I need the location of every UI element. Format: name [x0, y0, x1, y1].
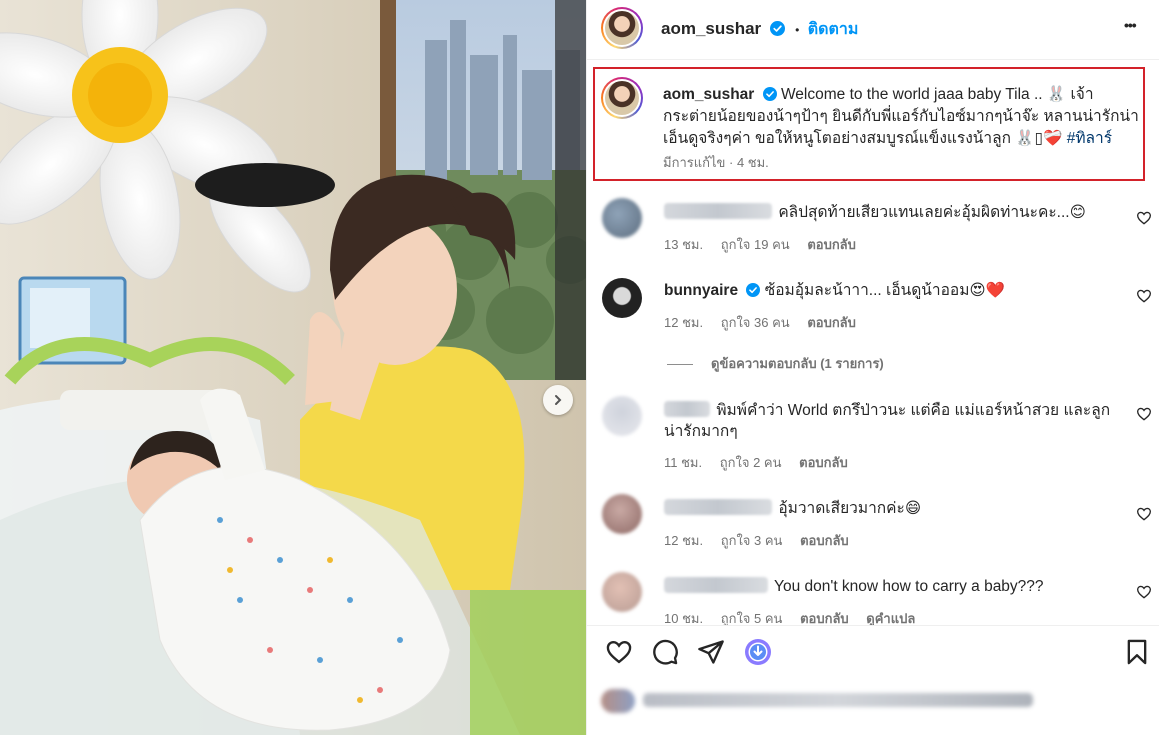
header-separator: • — [795, 23, 800, 37]
verified-badge-icon — [746, 283, 761, 297]
heart-icon[interactable] — [1136, 406, 1152, 422]
caption-line-2: กระต่ายน้อยของน้าๆป้าๆ ยินดีกับพี่แอร์กั… — [663, 108, 1139, 125]
remix-icon[interactable] — [744, 638, 772, 666]
author-username[interactable]: aom_sushar — [661, 19, 761, 38]
reply-button[interactable]: ตอบกลับ — [799, 455, 848, 470]
commenter-avatar[interactable] — [602, 572, 642, 612]
comment-likes[interactable]: ถูกใจ 36 คน — [721, 315, 790, 330]
follow-button[interactable]: ติดตาม — [808, 21, 859, 38]
more-options-icon[interactable]: ••• — [1124, 17, 1137, 33]
comment-time: 10 ชม. — [664, 611, 704, 626]
comment-text-line-2: น่ารักมากๆ — [664, 423, 738, 440]
commenter-username-blurred[interactable] — [664, 499, 772, 515]
post-photo — [0, 0, 586, 735]
commenter-avatar[interactable] — [602, 494, 642, 534]
comment-likes[interactable]: ถูกใจ 2 คน — [720, 455, 782, 470]
commenter-username-blurred[interactable] — [664, 577, 768, 593]
comment-icon[interactable] — [651, 638, 679, 666]
comment-likes[interactable]: ถูกใจ 5 คน — [721, 611, 783, 626]
view-replies-label: ดูข้อความตอบกลับ (1 รายการ) — [711, 356, 884, 371]
commenter-avatar[interactable] — [602, 278, 642, 318]
likes-summary-blurred — [587, 679, 1159, 735]
reply-button[interactable]: ตอบกลับ — [807, 237, 856, 252]
commenter-username-blurred[interactable] — [664, 203, 772, 219]
comment-text: อุ้มวาดเสียวมากค่ะ😄 — [778, 500, 922, 517]
comment-time: 12 ชม. — [664, 533, 704, 548]
author-avatar[interactable] — [601, 7, 643, 49]
caption: aom_sushar Welcome to the world jaaa bab… — [663, 84, 1139, 174]
heart-icon[interactable] — [1136, 210, 1152, 226]
comment-text: ซ้อมอุ้มละน้าาา... เอ็นดูน้าออม😍❤️ — [764, 282, 1005, 299]
commenter-username-blurred[interactable] — [664, 401, 710, 417]
reply-button[interactable]: ตอบกลับ — [807, 315, 856, 330]
comment-time: 12 ชม. — [664, 315, 704, 330]
caption-edited-time: มีการแก้ไข · 4 ชม. — [663, 155, 769, 170]
comment-text: พิมพ์คำว่า World ตกรึป่าวนะ แต่คือ แม่แอ… — [716, 402, 1111, 419]
photo-illustration — [0, 0, 586, 735]
caption-line-3: เอ็นดูจริงๆค่า ขอให้หนูโตอย่างสมบูรณ์แข็… — [663, 130, 1063, 147]
commenter-avatar[interactable] — [602, 396, 642, 436]
reply-button[interactable]: ตอบกลับ — [800, 611, 849, 626]
verified-badge-icon — [762, 87, 777, 101]
caption-avatar[interactable] — [601, 77, 643, 119]
heart-icon[interactable] — [605, 638, 633, 666]
share-icon[interactable] — [697, 638, 725, 666]
comment-likes[interactable]: ถูกใจ 19 คน — [721, 237, 790, 252]
caption-hashtag[interactable]: #ทิลาร์ — [1067, 130, 1112, 147]
caption-line-1: Welcome to the world jaaa baby Tila .. 🐰… — [780, 86, 1094, 103]
heart-icon[interactable] — [1136, 584, 1152, 600]
action-bar — [587, 625, 1159, 679]
commenter-username[interactable]: bunnyaire — [664, 282, 738, 299]
replies-divider — [667, 364, 693, 366]
post-header: aom_sushar • ติดตาม ••• — [587, 0, 1159, 60]
reply-button[interactable]: ตอบกลับ — [800, 533, 849, 548]
next-photo-button[interactable] — [543, 385, 573, 415]
verified-badge-icon — [769, 21, 785, 36]
commenter-avatar[interactable] — [602, 198, 642, 238]
chevron-right-icon — [555, 395, 562, 405]
heart-icon[interactable] — [1136, 506, 1152, 522]
translate-button[interactable]: ดูคำแปล — [866, 611, 915, 626]
view-replies-button[interactable]: ดูข้อความตอบกลับ (1 รายการ) — [667, 353, 884, 374]
comment-time: 11 ชม. — [664, 455, 703, 470]
post-sidebar: aom_sushar • ติดตาม ••• aom_sushar Welco… — [586, 0, 1159, 735]
comment-text: You don't know how to carry a baby??? — [774, 578, 1044, 595]
comment-text: คลิปสุดท้ายเสียวแทนเลยค่ะอุ้มผิดท่านะคะ.… — [778, 204, 1086, 221]
heart-icon[interactable] — [1136, 288, 1152, 304]
comment-likes[interactable]: ถูกใจ 3 คน — [721, 533, 783, 548]
caption-username[interactable]: aom_sushar — [663, 86, 754, 103]
save-icon[interactable] — [1123, 638, 1151, 666]
comment-time: 13 ชม. — [664, 237, 704, 252]
